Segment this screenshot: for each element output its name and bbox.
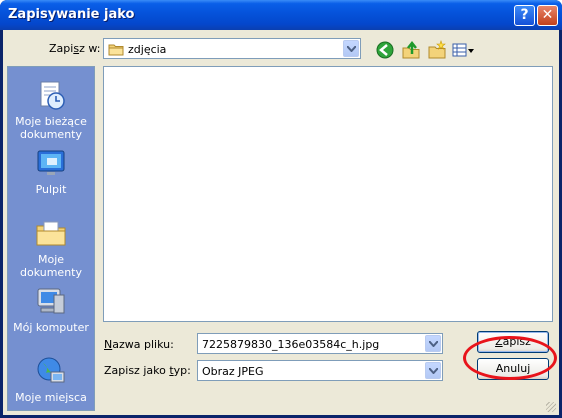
filename-input[interactable]: 7225879830_136e03584c_h.jpg (197, 333, 443, 354)
chevron-down-icon[interactable] (425, 362, 441, 379)
my-computer-icon (35, 285, 67, 317)
help-button[interactable]: ? (514, 5, 535, 26)
my-documents-icon (35, 217, 67, 249)
new-folder-icon[interactable] (427, 40, 447, 60)
chevron-down-icon[interactable] (343, 40, 359, 57)
place-my-computer[interactable]: Mój komputer (8, 285, 94, 334)
place-label: Moje miejsca (15, 391, 87, 404)
filetype-label: Zapisz jako typ: (104, 364, 191, 377)
file-list[interactable] (103, 66, 553, 322)
save-in-label: Zapisz w: (49, 42, 101, 55)
place-network-places[interactable]: Moje miejsca (8, 355, 94, 404)
dialog-title: Zapisywanie jako (8, 7, 135, 22)
chevron-down-icon[interactable] (425, 335, 441, 352)
filetype-value: Obraz JPEG (202, 365, 264, 378)
close-x-icon: ✕ (541, 7, 554, 23)
recent-documents-icon (35, 79, 67, 111)
places-bar: Moje bieżące dokumenty Pulpit Moje dokum… (7, 66, 95, 411)
back-arrow-icon[interactable] (375, 40, 395, 60)
close-button[interactable]: ✕ (537, 5, 558, 26)
place-desktop[interactable]: Pulpit (8, 147, 94, 196)
filename-label: Nazwa pliku: (104, 338, 174, 351)
place-label: Pulpit (35, 183, 67, 196)
title-bar[interactable]: Zapisywanie jako ? ✕ (0, 0, 562, 30)
desktop-icon (35, 147, 67, 179)
save-in-combobox[interactable]: zdjęcia (103, 38, 361, 59)
resize-grip[interactable] (546, 402, 556, 412)
views-menu-icon[interactable] (451, 40, 475, 60)
save-button[interactable]: Zapisz (477, 331, 549, 353)
filename-value: 7225879830_136e03584c_h.jpg (202, 338, 380, 351)
up-folder-icon[interactable] (401, 40, 421, 60)
cancel-button[interactable]: Anuluj (477, 358, 549, 380)
folder-icon (108, 43, 124, 59)
place-label: Moje bieżące dokumenty (15, 115, 87, 141)
question-mark-icon: ? (520, 7, 529, 23)
place-label: Mój komputer (13, 321, 89, 334)
place-my-documents[interactable]: Moje dokumenty (8, 217, 94, 279)
save-as-dialog: Zapisywanie jako ? ✕ Zapisz w: zdjęcia M… (0, 0, 562, 418)
network-places-icon (35, 355, 67, 387)
place-recent-documents[interactable]: Moje bieżące dokumenty (8, 79, 94, 141)
dialog-body: Zapisz w: zdjęcia Moje bieżące dokumenty… (3, 30, 559, 415)
save-in-value: zdjęcia (128, 43, 167, 56)
place-label: Moje dokumenty (20, 253, 82, 279)
filetype-select[interactable]: Obraz JPEG (197, 360, 443, 381)
